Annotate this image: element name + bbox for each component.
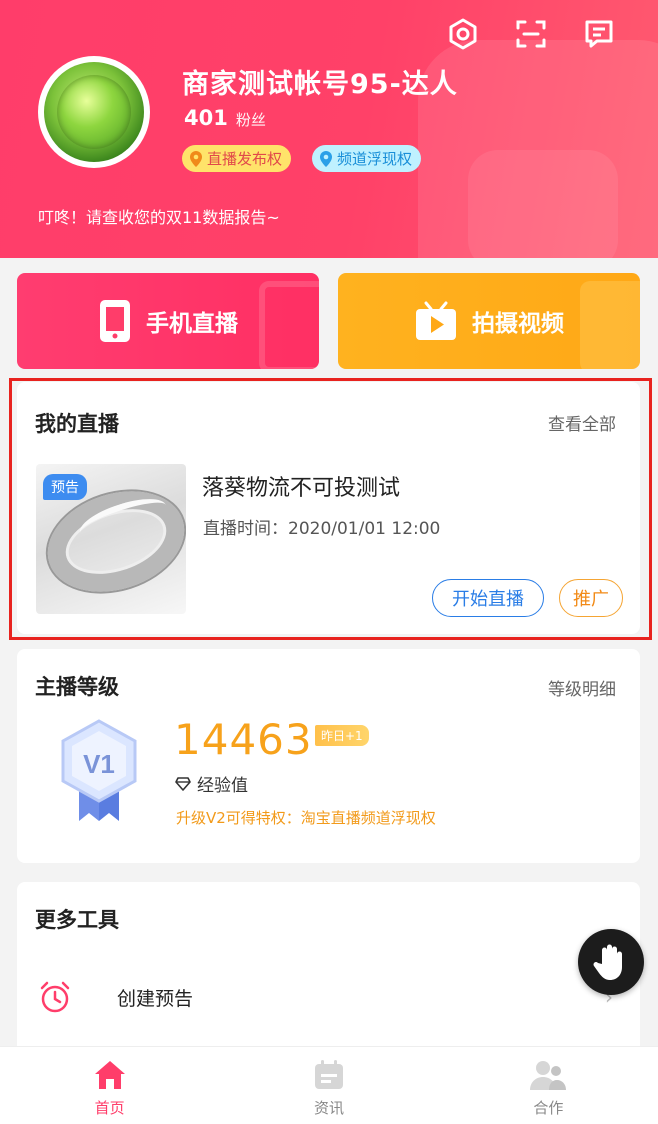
hand-icon [593,944,622,980]
live-time-value: 2020/01/01 12:00 [288,519,441,539]
level-detail-link[interactable]: 等级明细 [548,675,616,700]
channel-exposure-badge[interactable]: 频道浮现权 [312,145,422,172]
diamond-icon [175,776,191,791]
badge-label: 直播发布权 [207,150,283,168]
fans-count: 401 [184,106,228,130]
preview-tag: 预告 [43,474,87,500]
promote-button[interactable]: 推广 [559,579,623,617]
live-time: 直播时间：2020/01/01 12:00 [203,514,440,539]
experience-label-text: 经验值 [197,776,248,796]
yesterday-tag: 昨日+1 [315,725,369,746]
nav-news[interactable]: 资讯 [219,1047,438,1124]
nav-cooperation[interactable]: 合作 [439,1047,658,1124]
more-tools-card: 更多工具 创建预告 › [17,882,640,1072]
nav-home-label: 首页 [94,1099,125,1117]
nav-cooperation-label: 合作 [533,1099,564,1117]
location-pin-icon [190,150,202,167]
live-time-label: 直播时间： [203,519,288,539]
level-badge-icon: V1 [61,719,137,821]
experience-value: 14463 [174,715,313,764]
location-pin-icon [320,150,332,167]
alarm-clock-icon [40,981,70,1013]
upgrade-privilege-text[interactable]: 升级V2可得特权：淘宝直播频道浮现权 [176,807,436,828]
fans-label: 粉丝 [235,111,266,129]
settings-icon[interactable] [443,14,483,54]
view-all-link[interactable]: 查看全部 [548,410,616,435]
nickname: 商家测试帐号95-达人 [182,69,458,100]
nav-news-label: 资讯 [313,1099,344,1117]
bottom-navigation: 首页 资讯 合作 [0,1046,658,1124]
live-title[interactable]: 落葵物流不可投测试 [202,470,400,502]
cooperation-icon [530,1061,567,1090]
level-badge-text: V1 [83,749,115,779]
shoot-video-button[interactable]: 拍摄视频 [338,273,640,369]
badge-label: 频道浮现权 [337,150,413,168]
start-live-button[interactable]: 开始直播 [432,579,544,617]
header-decoration [468,150,618,258]
mobile-live-button[interactable]: 手机直播 [17,273,319,369]
fans-info[interactable]: 401 粉丝 [184,106,266,130]
level-title: 主播等级 [35,675,119,699]
create-preview-label: 创建预告 [117,987,194,1010]
my-live-card: 我的直播 查看全部 预告 落葵物流不可投测试 直播时间：2020/01/01 1… [17,382,640,634]
create-preview-item[interactable]: 创建预告 › [35,962,625,1032]
report-notice[interactable]: 叮咚！请查收您的双11数据报告~ [38,204,280,228]
mobile-live-label: 手机直播 [146,311,238,337]
tools-title: 更多工具 [35,908,119,932]
scan-icon[interactable] [511,14,551,54]
live-publish-badge[interactable]: 直播发布权 [182,145,292,172]
message-icon[interactable] [579,14,619,54]
video-icon [416,301,456,340]
streamer-level-card: 主播等级 等级明细 V1 14463 昨日+1 经验值 升级V2可得特权：淘宝直… [17,649,640,863]
news-icon [314,1060,343,1089]
avatar[interactable] [38,56,150,168]
phone-decoration [259,281,319,369]
experience-label: 经验值 [175,771,248,796]
phone-icon [100,300,130,342]
my-live-title: 我的直播 [35,412,119,436]
shoot-video-label: 拍摄视频 [472,311,564,337]
live-thumbnail[interactable]: 预告 [36,464,186,614]
profile-header: 商家测试帐号95-达人 401 粉丝 直播发布权 频道浮现权 叮咚！请查收您的双… [0,0,658,258]
nav-home[interactable]: 首页 [0,1047,219,1124]
video-decoration [580,281,640,369]
floating-hand-button[interactable] [578,929,644,995]
home-icon [94,1061,125,1089]
